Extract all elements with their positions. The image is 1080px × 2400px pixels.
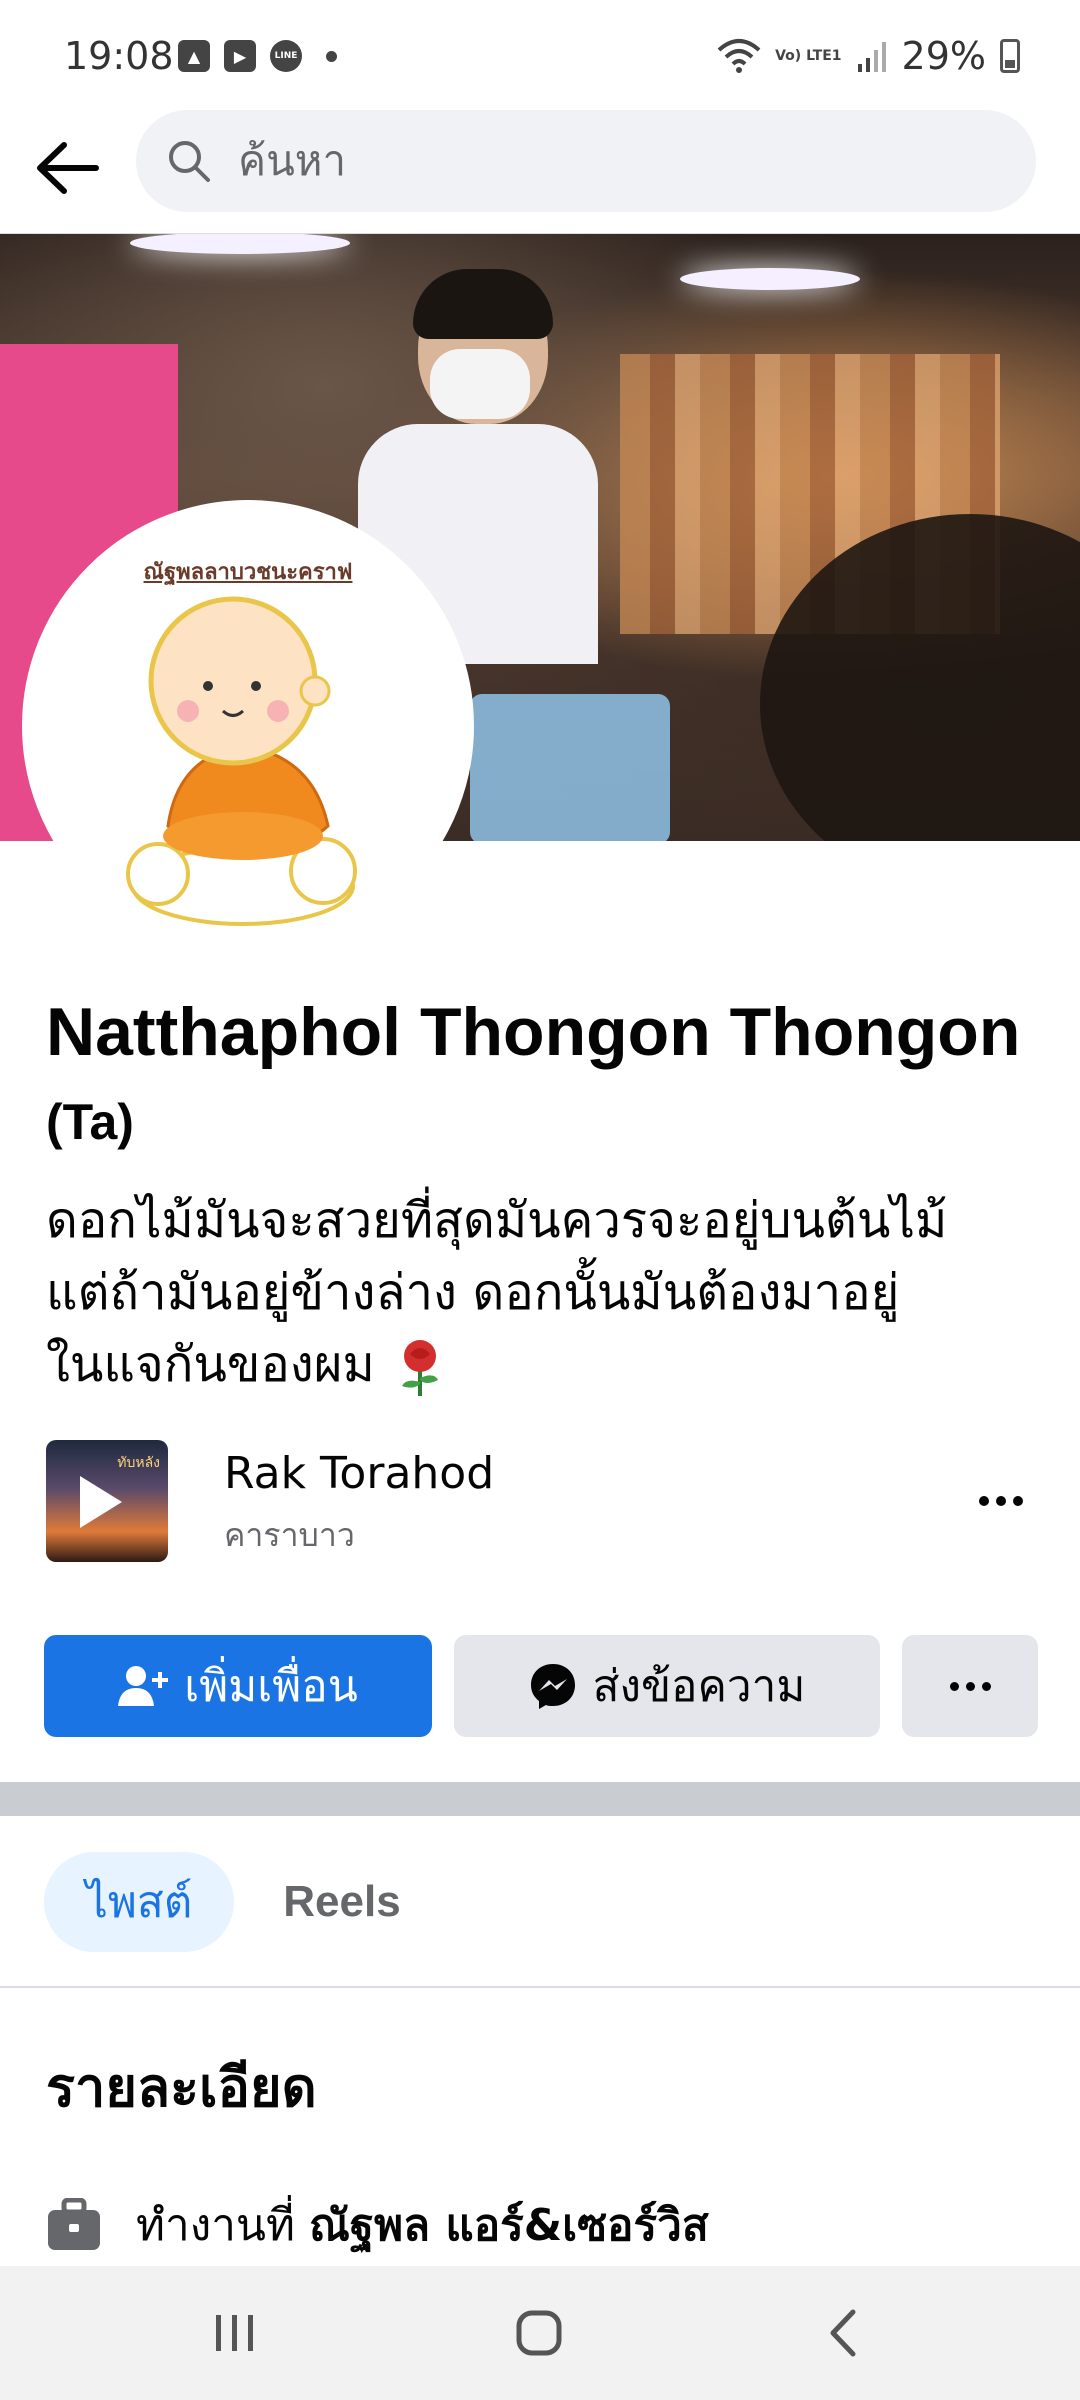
- battery-percent: 29%: [901, 34, 986, 78]
- more-notifications-icon: [326, 50, 337, 62]
- status-right: Vo) LTE1 29%: [717, 34, 1020, 78]
- cover-lamp: [130, 234, 350, 254]
- work-prefix: ทำงานที่: [136, 2200, 295, 2251]
- profile-name: Natthaphol Thongon Thongon (Ta): [46, 990, 1036, 1164]
- search-input[interactable]: ค้นหา: [136, 110, 1036, 212]
- album-thumbnail[interactable]: ทับหลัง: [46, 1440, 168, 1562]
- briefcase-icon: [48, 2198, 100, 2250]
- work-place[interactable]: ณัฐพล แอร์&เซอร์วิส: [309, 2190, 709, 2260]
- notification-icons: ▲ ▶ LINE: [178, 40, 337, 72]
- add-friend-label: เพิ่มเพื่อน: [184, 1661, 358, 1712]
- gallery-icon: ▲: [178, 40, 210, 72]
- cover-hair: [413, 269, 553, 339]
- back-arrow-icon: [37, 142, 99, 194]
- cover-mask: [430, 349, 530, 419]
- signal-icon: [857, 42, 886, 72]
- monk-cartoon-icon: [126, 596, 357, 926]
- tab-reels[interactable]: Reels: [262, 1852, 422, 1952]
- battery-icon: [1000, 39, 1020, 73]
- nav-back-button[interactable]: [806, 2296, 880, 2370]
- message-label: ส่งข้อความ: [592, 1661, 806, 1712]
- search-icon: [169, 141, 210, 182]
- profile-nickname: (Ta): [46, 1094, 134, 1150]
- work-info-row[interactable]: ทำงานที่ ณัฐพล แอร์&เซอร์วิส: [46, 2190, 1046, 2260]
- music-more-button[interactable]: [966, 1466, 1036, 1536]
- lte-indicator: Vo) LTE1: [775, 48, 842, 64]
- wifi-icon: [717, 39, 761, 73]
- more-dot: [996, 1496, 1006, 1506]
- add-friend-icon: [118, 1666, 169, 1706]
- back-button[interactable]: [32, 132, 104, 204]
- bio-line: แต่ถ้ามันอยู่ข้างล่าง ดอกนั้นมันต้องมาอย…: [46, 1264, 900, 1321]
- search-header: ค้นหา: [0, 110, 1080, 234]
- system-nav-bar: [0, 2266, 1080, 2400]
- play-icon: [80, 1476, 122, 1528]
- profile-actions: เพิ่มเพื่อน ส่งข้อความ: [44, 1635, 1038, 1737]
- cover-lamp: [680, 268, 860, 290]
- more-dot: [965, 1681, 975, 1691]
- tabs-divider: [0, 1986, 1080, 1988]
- bio-line: ดอกไม้มันจะสวยที่สุดมันควรจะอยู่บนต้นไม้: [46, 1192, 948, 1249]
- cover-basket: [470, 694, 670, 841]
- recent-apps-icon: [216, 2315, 253, 2351]
- status-time: 19:08: [64, 34, 174, 78]
- rose-icon: [402, 1339, 439, 1396]
- details-heading: รายละเอียด: [46, 2056, 317, 2119]
- profile-full-name: Natthaphol Thongon Thongon: [46, 994, 1021, 1070]
- message-button[interactable]: ส่งข้อความ: [454, 1635, 880, 1737]
- album-thumb-text: ทับหลัง: [117, 1455, 160, 1471]
- song-title: Rak Torahod: [224, 1448, 495, 1499]
- profile-music[interactable]: ทับหลัง Rak Torahod คาราบาว: [46, 1440, 1036, 1562]
- status-bar: 19:08 ▲ ▶ LINE Vo) LTE1 29%: [0, 0, 1080, 110]
- line-icon: LINE: [270, 40, 302, 72]
- home-button[interactable]: [502, 2296, 576, 2370]
- search-placeholder: ค้นหา: [238, 136, 347, 185]
- more-options-button[interactable]: [902, 1635, 1038, 1737]
- song-artist: คาราบาว: [224, 1516, 355, 1554]
- bio-line: ในแจกันของผม: [46, 1336, 375, 1393]
- tab-posts[interactable]: ไพสต์: [44, 1852, 234, 1952]
- profile-avatar[interactable]: ณัฐพลลาบวชนะคราฟ: [22, 500, 474, 952]
- bio-line-last: ในแจกันของผม: [46, 1329, 1046, 1401]
- more-dot: [949, 1681, 959, 1691]
- chevron-left-icon: [830, 2309, 856, 2357]
- play-store-icon: ▶: [224, 40, 256, 72]
- more-dot: [1013, 1496, 1023, 1506]
- more-dot: [981, 1681, 991, 1691]
- home-icon: [516, 2310, 562, 2356]
- messenger-icon: [530, 1664, 575, 1709]
- profile-bio: ดอกไม้มันจะสวยที่สุดมันควรจะอยู่บนต้นไม้…: [46, 1185, 1046, 1401]
- more-dot: [979, 1496, 989, 1506]
- add-friend-button[interactable]: เพิ่มเพื่อน: [44, 1635, 432, 1737]
- section-divider: [0, 1782, 1080, 1816]
- recent-apps-button[interactable]: [198, 2296, 272, 2370]
